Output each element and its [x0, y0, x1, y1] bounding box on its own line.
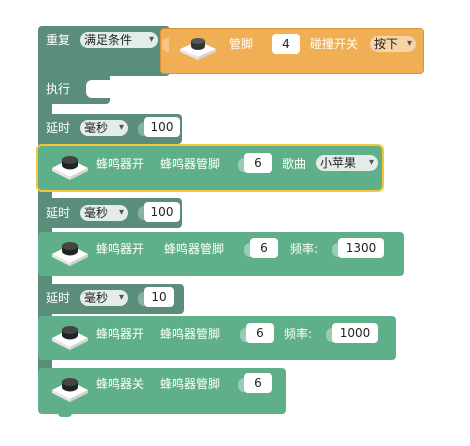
buzzer-freq-pin-input-1[interactable]: 6: [250, 238, 278, 258]
buzzer-song-pin-label: 蜂鸣器管脚: [160, 157, 221, 171]
buzzer-song-dropdown[interactable]: 小苹果: [316, 155, 378, 171]
delay-value-input-2[interactable]: 100: [144, 202, 180, 222]
repeat-condition-dropdown[interactable]: 满足条件: [80, 32, 158, 48]
buzzer-freq-pin-label-2: 蜂鸣器管脚: [160, 327, 221, 341]
buzzer-freq-pin-input-2[interactable]: 6: [246, 323, 274, 343]
push-button-icon: [180, 38, 216, 60]
buzzer-freq-label-2: 蜂鸣器开: [96, 327, 145, 341]
delay-label-3: 延时: [46, 291, 71, 305]
button-pin-label: 管脚: [229, 37, 254, 51]
button-switch-label: 碰撞开关: [310, 37, 359, 51]
do-statement-slot[interactable]: [86, 80, 110, 98]
buzzer-freq-freq-label-2: 频率:: [284, 327, 313, 341]
buzzer-freq-value-input-1[interactable]: 1300: [338, 238, 384, 258]
delay-unit-dropdown-3[interactable]: 毫秒: [80, 290, 128, 306]
condition-plug: [162, 38, 169, 52]
buzzer-icon: [52, 156, 88, 180]
buzzer-freq-value-input-2[interactable]: 1000: [332, 323, 378, 343]
buzzer-song-pin-input[interactable]: 6: [244, 153, 272, 173]
buzzer-icon: [52, 378, 88, 402]
buzzer-song-song-label: 歌曲: [282, 157, 307, 171]
delay-unit-dropdown-2[interactable]: 毫秒: [80, 205, 128, 221]
buzzer-freq-pin-label-1: 蜂鸣器管脚: [164, 242, 225, 256]
delay-label-2: 延时: [46, 206, 71, 220]
delay-unit-dropdown-1[interactable]: 毫秒: [80, 120, 128, 136]
button-state-dropdown[interactable]: 按下: [370, 36, 416, 52]
buzzer-icon: [52, 242, 88, 266]
buzzer-freq-freq-label-1: 频率:: [290, 242, 319, 256]
repeat-label: 重复: [46, 33, 71, 47]
buzzer-off-pin-label: 蜂鸣器管脚: [160, 377, 221, 391]
delay-value-input-3[interactable]: 10: [144, 287, 174, 307]
button-pin-input[interactable]: 4: [272, 34, 300, 54]
buzzer-off-pin-input[interactable]: 6: [244, 373, 272, 393]
buzzer-song-label: 蜂鸣器开: [96, 157, 145, 171]
block-notch: [58, 412, 72, 417]
buzzer-freq-label-1: 蜂鸣器开: [96, 242, 145, 256]
buzzer-icon: [52, 326, 88, 350]
buzzer-off-label: 蜂鸣器关: [96, 377, 145, 391]
delay-value-input-1[interactable]: 100: [144, 117, 180, 137]
do-label: 执行: [46, 82, 71, 96]
delay-label-1: 延时: [46, 121, 71, 135]
